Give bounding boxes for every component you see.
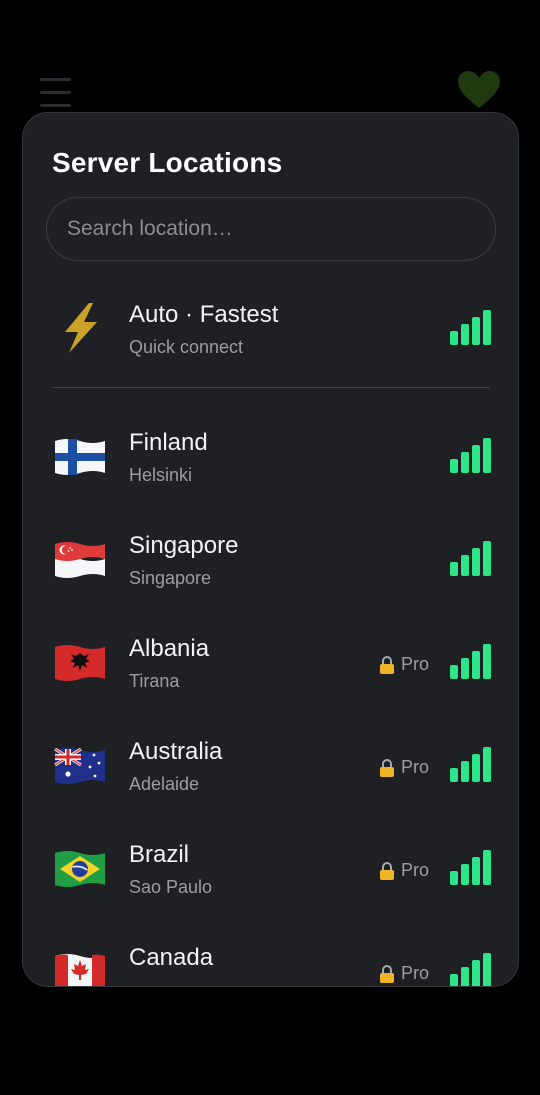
country-name: Brazil bbox=[129, 841, 190, 868]
server-locations-sheet: Server Locations Auto · Fastest Quick co… bbox=[22, 112, 519, 987]
country-name: Albania bbox=[129, 635, 210, 662]
singapore-flag-icon bbox=[55, 542, 105, 578]
city-name: Helsinki bbox=[129, 465, 193, 485]
location-item[interactable]: Canada Pro bbox=[23, 930, 518, 986]
country-name: Canada bbox=[129, 944, 214, 971]
lock-icon bbox=[380, 861, 394, 880]
pro-badge: Pro bbox=[379, 757, 429, 778]
city-name: Tirana bbox=[129, 671, 180, 691]
signal-strength-icon bbox=[450, 438, 491, 473]
location-item[interactable]: Australia Adelaide Pro bbox=[23, 724, 518, 814]
location-item[interactable]: Singapore Singapore bbox=[23, 518, 518, 608]
canada-flag-icon bbox=[55, 954, 105, 986]
brazil-flag-icon bbox=[55, 851, 105, 887]
signal-strength-icon bbox=[450, 747, 491, 782]
country-name: Singapore bbox=[129, 532, 239, 559]
location-item[interactable]: Albania Tirana Pro bbox=[23, 621, 518, 711]
lock-icon bbox=[380, 964, 394, 983]
country-name: Finland bbox=[129, 429, 208, 456]
albania-flag-icon bbox=[55, 645, 105, 681]
pro-label: Pro bbox=[401, 654, 430, 674]
country-name: Australia bbox=[129, 738, 223, 765]
signal-strength-icon bbox=[450, 850, 491, 885]
lock-icon bbox=[380, 758, 394, 777]
hamburger-menu-icon[interactable] bbox=[40, 78, 71, 108]
pro-badge: Pro bbox=[379, 963, 429, 984]
auto-label: Auto · Fastest bbox=[129, 301, 279, 328]
heart-icon[interactable] bbox=[457, 70, 501, 110]
auto-sub: Quick connect bbox=[129, 337, 244, 357]
city-name: Adelaide bbox=[129, 774, 200, 794]
city-name: Singapore bbox=[129, 568, 212, 588]
australia-flag-icon bbox=[54, 747, 105, 784]
pro-badge: Pro bbox=[379, 654, 429, 675]
location-item[interactable]: Brazil Sao Paulo Pro bbox=[23, 827, 518, 917]
lightning-bolt-icon bbox=[65, 303, 97, 353]
auto-fastest-item[interactable]: Auto · Fastest Quick connect bbox=[23, 287, 518, 377]
location-item[interactable]: Finland Helsinki bbox=[23, 415, 518, 505]
signal-strength-icon bbox=[450, 541, 491, 576]
pro-label: Pro bbox=[401, 757, 430, 777]
lock-icon bbox=[380, 655, 394, 674]
finland-flag-icon bbox=[55, 439, 105, 475]
signal-strength-icon bbox=[450, 644, 491, 679]
divider bbox=[52, 387, 490, 388]
pro-label: Pro bbox=[401, 963, 430, 983]
signal-strength-icon bbox=[450, 310, 491, 345]
pro-label: Pro bbox=[401, 860, 430, 880]
search-box[interactable] bbox=[46, 197, 496, 261]
screen: Server Locations Auto · Fastest Quick co… bbox=[0, 0, 540, 1095]
pro-badge: Pro bbox=[379, 860, 429, 881]
search-input[interactable] bbox=[47, 198, 495, 260]
city-name: Sao Paulo bbox=[129, 877, 213, 897]
signal-strength-icon bbox=[450, 953, 491, 986]
sheet-title: Server Locations bbox=[52, 147, 283, 178]
